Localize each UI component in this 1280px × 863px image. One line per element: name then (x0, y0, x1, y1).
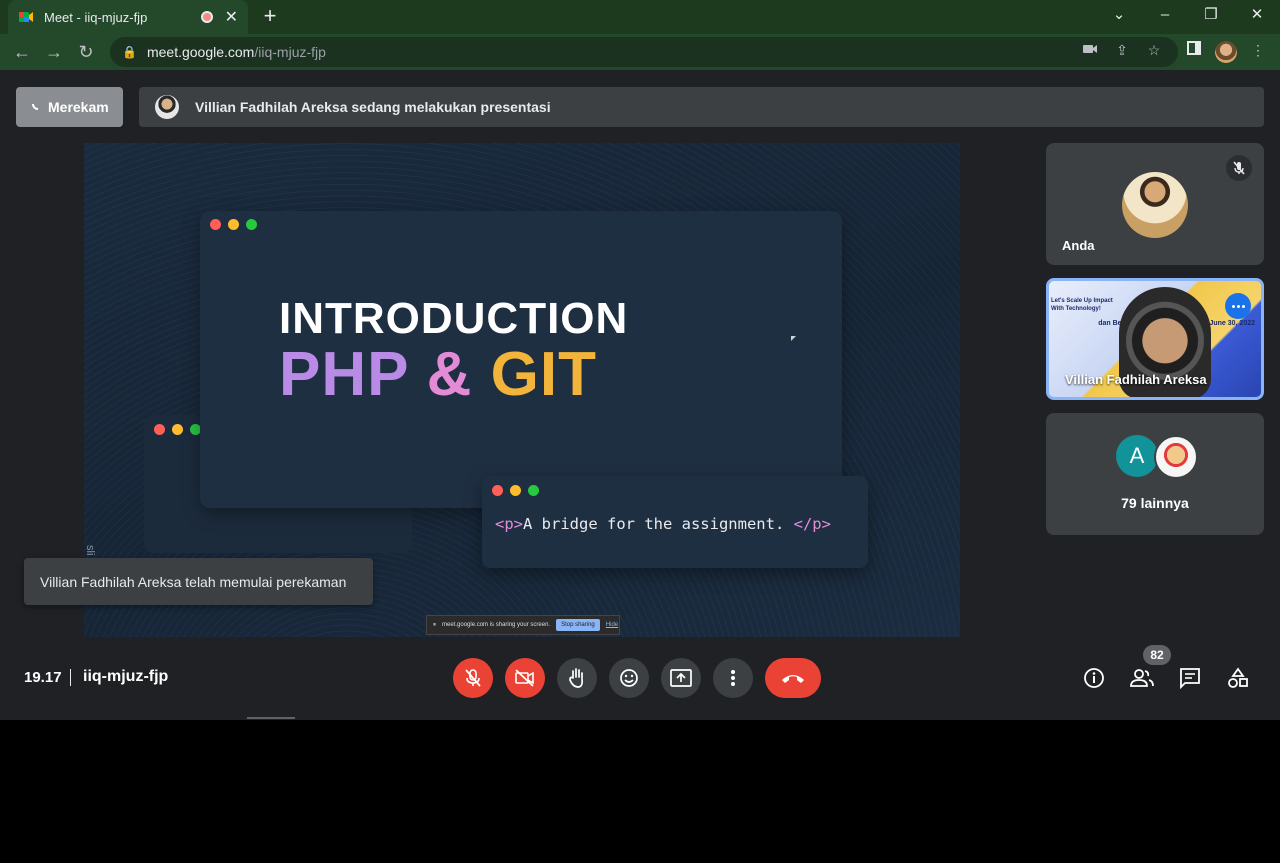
participant-count-badge: 82 (1143, 645, 1171, 665)
slide-title-line2: PHP & GIT (279, 339, 597, 410)
presenter-banner: Villian Fadhilah Areksa sedang melakukan… (139, 87, 1264, 127)
more-options-icon[interactable] (713, 658, 753, 698)
restore-button[interactable]: ❐ (1188, 0, 1234, 30)
emoji-reaction-button[interactable] (609, 658, 649, 698)
window-dots (154, 424, 201, 435)
presenter-banner-text: Villian Fadhilah Areksa sedang melakukan… (195, 99, 551, 115)
url-host: meet.google.com (146, 44, 255, 60)
google-meet-icon (18, 9, 34, 25)
camera-icon[interactable] (1080, 40, 1100, 60)
present-screen-button[interactable] (661, 658, 701, 698)
close-window-button[interactable]: ✕ (1234, 0, 1280, 30)
recording-indicator-icon (200, 11, 213, 23)
microphone-toggle-button[interactable] (453, 658, 493, 698)
tab-close-icon[interactable]: ✕ (225, 7, 238, 27)
share-icon[interactable]: ⇪ (1112, 40, 1132, 60)
chat-icon[interactable] (1177, 665, 1203, 691)
recording-spinner-icon (32, 104, 38, 110)
meeting-time: 19.17 (24, 669, 62, 686)
divider (70, 669, 71, 686)
slide-title-php: PHP (279, 340, 409, 409)
bookmark-star-icon[interactable]: ☆ (1144, 40, 1164, 60)
tab-search-icon[interactable]: ⌄ (1096, 0, 1142, 30)
hide-link[interactable]: Hide (606, 622, 618, 628)
more-options-button[interactable] (1225, 293, 1251, 319)
scroll-indicator (247, 717, 295, 719)
side-panel-icon[interactable] (1184, 40, 1204, 60)
meet-stage: Merekam Villian Fadhilah Areksa sedang m… (0, 70, 1280, 720)
avatar (1122, 172, 1188, 238)
participant-tile-you[interactable]: Anda (1046, 143, 1264, 265)
window-dots (492, 485, 539, 496)
pause-icon: ⏸ (433, 621, 437, 628)
recording-button[interactable]: Merekam (16, 87, 123, 127)
slide-title-line1: INTRODUCTION (279, 294, 629, 343)
avatar (1154, 435, 1198, 479)
profile-avatar[interactable] (1215, 41, 1237, 63)
others-count-label: 79 lainnya (1121, 495, 1189, 511)
mouse-cursor-icon (791, 336, 796, 341)
slide-code-line: <p>A bridge for the assignment. </p> (495, 515, 831, 533)
lock-icon: 🔒 (122, 45, 137, 59)
share-message: meet.google.com is sharing your screen. (442, 622, 551, 628)
participant-tile-presenter[interactable]: Let's Scale Up Impact With Technology! d… (1046, 278, 1264, 400)
presenter-background-text: Let's Scale Up Impact With Technology! (1051, 298, 1113, 312)
mic-off-icon (1226, 155, 1252, 181)
raise-hand-button[interactable] (557, 658, 597, 698)
kebab-menu-icon[interactable]: ⋮ (1248, 40, 1268, 60)
presenter-avatar (155, 95, 179, 119)
browser-tab-strip: Meet - iiq-mjuz-fjp ✕ + ⌄ – ❐ ✕ (0, 0, 1280, 34)
address-bar[interactable]: 🔒 meet.google.com/iiq-mjuz-fjp (110, 37, 1178, 67)
camera-toggle-button[interactable] (505, 658, 545, 698)
leave-call-button[interactable] (765, 658, 821, 698)
slide-title-git: GIT (490, 340, 597, 409)
slide-title-amp: & (426, 340, 473, 409)
url-path: /iiq-mjuz-fjp (254, 44, 326, 60)
slide-code-window: <p>A bridge for the assignment. </p> (482, 476, 868, 568)
window-dots (210, 219, 257, 230)
browser-tab[interactable]: Meet - iiq-mjuz-fjp ✕ (8, 0, 248, 34)
tab-title: Meet - iiq-mjuz-fjp (44, 9, 148, 25)
back-icon[interactable]: ← (10, 40, 34, 64)
people-icon[interactable] (1129, 665, 1155, 691)
recording-label: Merekam (48, 99, 109, 115)
meeting-code: iiq-mjuz-fjp (83, 668, 169, 685)
reload-icon[interactable]: ↻ (74, 40, 98, 64)
activities-icon[interactable] (1225, 665, 1251, 691)
participant-name: Anda (1062, 238, 1095, 253)
forward-icon[interactable]: → (42, 40, 66, 64)
slide-main-window: INTRODUCTION PHP & GIT (200, 211, 842, 508)
avatar: A (1116, 435, 1158, 477)
recording-toast: Villian Fadhilah Areksa telah memulai pe… (24, 558, 373, 605)
screen-share-notice: ⏸ meet.google.com is sharing your screen… (426, 615, 620, 635)
browser-toolbar: ← → ↻ 🔒 meet.google.com/iiq-mjuz-fjp ⇪ ☆… (0, 34, 1280, 70)
minimize-button[interactable]: – (1142, 0, 1188, 30)
others-avatars: A (1116, 435, 1198, 479)
stop-sharing-button[interactable]: Stop sharing (556, 619, 600, 631)
info-icon[interactable] (1081, 665, 1107, 691)
participant-name: Villian Fadhilah Areksa (1065, 372, 1207, 387)
new-tab-button[interactable]: + (258, 4, 282, 28)
participant-tile-others[interactable]: A 79 lainnya (1046, 413, 1264, 535)
